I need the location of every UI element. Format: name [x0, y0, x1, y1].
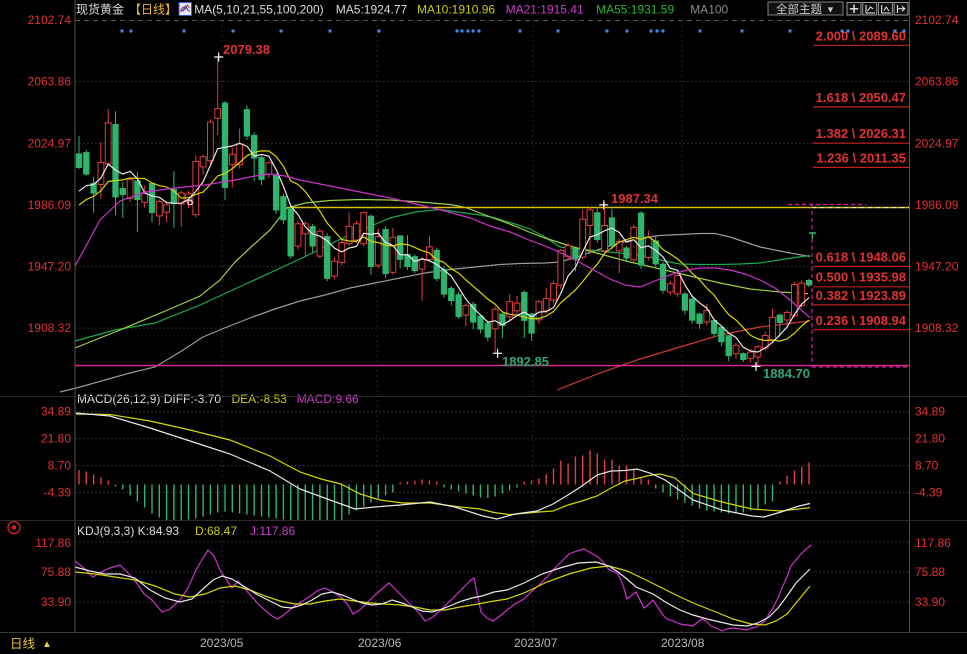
svg-text:全部主题: 全部主题	[776, 2, 822, 16]
svg-text:▼: ▼	[826, 5, 835, 15]
svg-text:75.88: 75.88	[41, 565, 71, 579]
svg-text:75.88: 75.88	[915, 565, 945, 579]
svg-text:现货黄金: 现货黄金	[76, 2, 124, 17]
svg-text:-4.39: -4.39	[915, 486, 943, 500]
svg-text:1884.70: 1884.70	[763, 366, 810, 381]
svg-text:0.500 \ 1935.98: 0.500 \ 1935.98	[816, 270, 906, 285]
svg-text:MA21:1915.41: MA21:1915.41	[506, 3, 584, 17]
svg-text:MA100: MA100	[690, 3, 728, 17]
svg-text:【日线】: 【日线】	[129, 3, 177, 17]
svg-text:MA10:1910.96: MA10:1910.96	[417, 3, 495, 17]
svg-text:34.89: 34.89	[41, 405, 71, 419]
svg-text:2023/05: 2023/05	[200, 636, 244, 650]
svg-text:KDJ(9,3,3) K:84.93: KDJ(9,3,3) K:84.93	[77, 524, 179, 538]
svg-text:D:68.47: D:68.47	[195, 524, 237, 538]
svg-text:8.70: 8.70	[915, 459, 939, 473]
svg-text:DEA:-8.53: DEA:-8.53	[232, 392, 288, 406]
svg-text:0.382 \ 1923.89: 0.382 \ 1923.89	[816, 288, 906, 303]
svg-text:1.236 \ 2011.35: 1.236 \ 2011.35	[816, 151, 906, 166]
svg-text:2102.74: 2102.74	[915, 13, 959, 27]
svg-text:0.236 \ 1908.94: 0.236 \ 1908.94	[816, 313, 907, 328]
svg-text:1.382 \ 2026.31: 1.382 \ 2026.31	[816, 126, 906, 141]
svg-text:MACD(26,12,9) DIFF:-3.70: MACD(26,12,9) DIFF:-3.70	[77, 392, 221, 406]
svg-text:MA5:1924.77: MA5:1924.77	[336, 3, 408, 17]
svg-text:117.86: 117.86	[35, 536, 71, 550]
svg-text:34.89: 34.89	[915, 405, 945, 419]
svg-text:33.90: 33.90	[915, 595, 945, 609]
svg-text:1892.85: 1892.85	[502, 354, 549, 369]
svg-text:1908.32: 1908.32	[915, 321, 959, 335]
svg-text:MA(5,10,21,55,100,200): MA(5,10,21,55,100,200)	[194, 3, 323, 17]
svg-text:MACD:9.66: MACD:9.66	[297, 392, 359, 406]
svg-text:2023/08: 2023/08	[661, 636, 705, 650]
svg-text:J:117.86: J:117.86	[250, 524, 295, 538]
svg-text:2024.97: 2024.97	[915, 136, 959, 150]
svg-text:2024.97: 2024.97	[28, 136, 72, 150]
svg-text:8.70: 8.70	[48, 459, 72, 473]
svg-text:2063.86: 2063.86	[28, 75, 72, 89]
svg-text:1986.09: 1986.09	[915, 198, 959, 212]
svg-text:2102.74: 2102.74	[28, 13, 72, 27]
svg-text:2063.86: 2063.86	[915, 75, 959, 89]
svg-text:MA55:1931.59: MA55:1931.59	[596, 3, 674, 17]
svg-text:2023/06: 2023/06	[358, 636, 402, 650]
svg-text:117.86: 117.86	[915, 536, 951, 550]
svg-text:1.618 \ 2050.47: 1.618 \ 2050.47	[816, 90, 906, 105]
svg-text:-4.39: -4.39	[44, 486, 72, 500]
svg-text:0.618 \ 1948.06: 0.618 \ 1948.06	[816, 250, 906, 265]
svg-text:1947.20: 1947.20	[28, 260, 72, 274]
svg-text:1947.20: 1947.20	[915, 260, 959, 274]
svg-text:21.80: 21.80	[915, 432, 945, 446]
svg-text:1986.09: 1986.09	[28, 198, 72, 212]
svg-text:21.80: 21.80	[41, 432, 71, 446]
svg-text:2023/07: 2023/07	[514, 636, 558, 650]
svg-text:日线: 日线	[10, 637, 36, 651]
svg-text:2.000 \ 2089.60: 2.000 \ 2089.60	[816, 29, 906, 44]
svg-text:▲: ▲	[42, 639, 52, 650]
svg-text:2079.38: 2079.38	[223, 42, 270, 57]
svg-text:1987.34: 1987.34	[611, 191, 659, 206]
svg-text:33.90: 33.90	[41, 595, 71, 609]
svg-text:1908.32: 1908.32	[28, 321, 72, 335]
